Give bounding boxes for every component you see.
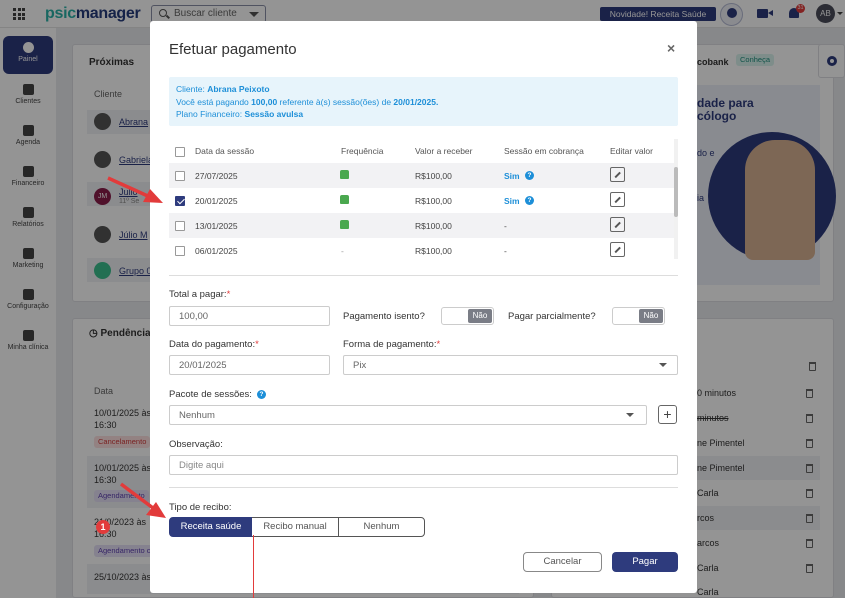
red-arrow-to-checkbox [107,176,163,203]
annotation-guide-line [253,535,254,598]
red-arrow-to-receita-saude [119,482,166,518]
annotation-arrows [107,176,166,518]
annotation-step-badge: 1 [96,520,110,534]
